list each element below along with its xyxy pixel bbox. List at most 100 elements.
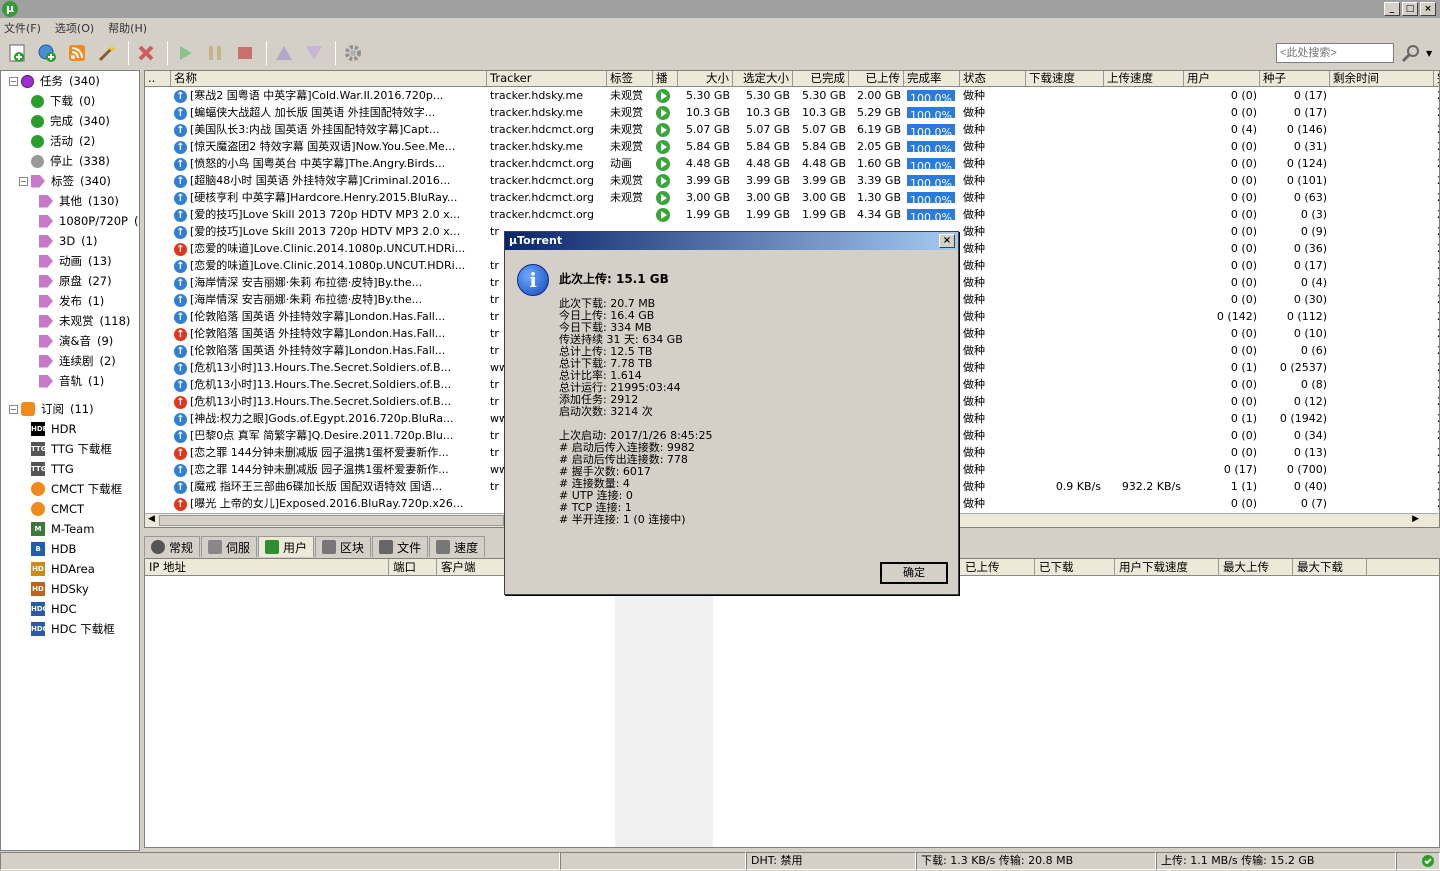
chevron-down-icon[interactable]: ▼ bbox=[1426, 49, 1432, 58]
col-max-down[interactable]: 最大下载 bbox=[1293, 559, 1367, 575]
sidebar-item-label-5[interactable]: 发布 (1) bbox=[1, 291, 139, 311]
col-header-12[interactable]: 上传速度 bbox=[1104, 71, 1184, 86]
play-icon[interactable] bbox=[656, 174, 670, 188]
col-header-11[interactable]: 下载速度 bbox=[1026, 71, 1104, 86]
preferences-button[interactable] bbox=[340, 40, 366, 66]
col-header-13[interactable]: 用户 bbox=[1184, 71, 1260, 86]
scroll-thumb[interactable] bbox=[159, 515, 504, 526]
create-torrent-button[interactable] bbox=[94, 40, 120, 66]
col-header-4[interactable]: 播 bbox=[653, 71, 678, 86]
start-button[interactable] bbox=[172, 40, 198, 66]
dialog-close-button[interactable]: × bbox=[939, 234, 955, 248]
sidebar-item-labels[interactable]: − 标签 (340) bbox=[1, 171, 139, 191]
search-input[interactable] bbox=[1276, 43, 1394, 63]
menu-help[interactable]: 帮助(H) bbox=[108, 20, 147, 36]
col-header-16[interactable]: 完 bbox=[1434, 71, 1439, 86]
col-header-0[interactable]: .. bbox=[145, 71, 171, 86]
sidebar-item-state-2[interactable]: 活动 (2) bbox=[1, 131, 139, 151]
sidebar-item-rss[interactable]: − 订阅 (11) bbox=[1, 399, 139, 419]
menu-file[interactable]: 文件(F) bbox=[4, 20, 41, 36]
add-url-button[interactable] bbox=[34, 40, 60, 66]
sidebar-item-label-8[interactable]: 连续剧 (2) bbox=[1, 351, 139, 371]
sidebar-item-label-2[interactable]: 3D (1) bbox=[1, 231, 139, 251]
move-down-button[interactable] bbox=[301, 40, 327, 66]
table-row[interactable]: ↑ [爱的技巧]Love Skill 2013 720p HDTV MP3 2.0… bbox=[145, 206, 1439, 223]
sidebar-item-feed-7[interactable]: HD HDArea bbox=[1, 559, 139, 579]
sidebar-item-label-1[interactable]: 1080P/720P (3 bbox=[1, 211, 139, 231]
expand-toggle[interactable]: − bbox=[9, 404, 18, 414]
sidebar-item-label-0[interactable]: 其他 (130) bbox=[1, 191, 139, 211]
col-header-8[interactable]: 已上传 bbox=[849, 71, 904, 86]
scroll-right-arrow-icon[interactable]: ▶ bbox=[1412, 514, 1419, 524]
close-window-button[interactable]: × bbox=[1420, 2, 1436, 16]
play-icon[interactable] bbox=[656, 157, 670, 171]
sidebar-item-feed-0[interactable]: HDR HDR bbox=[1, 419, 139, 439]
col-header-3[interactable]: 标签 bbox=[607, 71, 653, 86]
sidebar-item-label-7[interactable]: 演&音 (9) bbox=[1, 331, 139, 351]
col-header-7[interactable]: 已完成 bbox=[793, 71, 849, 86]
table-row[interactable]: ↑ [超脑48小时 国英语 外挂特效字幕]Criminal.2016... trac… bbox=[145, 172, 1439, 189]
col-downloaded[interactable]: 已下载 bbox=[1035, 559, 1115, 575]
maximize-button[interactable]: □ bbox=[1402, 2, 1418, 16]
sidebar-item-state-0[interactable]: 下载 (0) bbox=[1, 91, 139, 111]
col-header-15[interactable]: 剩余时间 bbox=[1330, 71, 1434, 86]
sidebar-item-label-4[interactable]: 原盘 (27) bbox=[1, 271, 139, 291]
status-dht[interactable]: DHT: 禁用 bbox=[746, 852, 916, 870]
sidebar-item-label-6[interactable]: 未观赏 (118) bbox=[1, 311, 139, 331]
sidebar-item-state-1[interactable]: 完成 (340) bbox=[1, 111, 139, 131]
remove-button[interactable] bbox=[133, 40, 159, 66]
col-ip[interactable]: IP 地址 bbox=[145, 559, 389, 575]
move-up-button[interactable] bbox=[271, 40, 297, 66]
play-icon[interactable] bbox=[656, 191, 670, 205]
sidebar-item-feed-3[interactable]: CMCT 下载框 bbox=[1, 479, 139, 499]
tab-5[interactable]: 速度 bbox=[429, 536, 486, 557]
ok-button[interactable]: 确定 bbox=[880, 562, 948, 584]
tab-2[interactable]: 用户 bbox=[258, 536, 315, 557]
status-network-ok[interactable] bbox=[1396, 852, 1440, 870]
play-icon[interactable] bbox=[656, 208, 670, 222]
table-row[interactable]: ↑ [蝙蝠侠大战超人 加长版 国英语 外挂国配特效字... tracker.hdsk… bbox=[145, 104, 1439, 121]
menu-options[interactable]: 选项(O) bbox=[55, 20, 94, 36]
expand-toggle[interactable]: − bbox=[19, 176, 28, 186]
play-icon[interactable] bbox=[656, 140, 670, 154]
status-upload[interactable]: 上传: 1.1 MB/s 传输: 15.2 GB bbox=[1156, 852, 1396, 870]
col-uploaded[interactable]: 已上传 bbox=[961, 559, 1035, 575]
sidebar-item-feed-5[interactable]: M M-Team bbox=[1, 519, 139, 539]
sidebar-item-feed-6[interactable]: B HDB bbox=[1, 539, 139, 559]
status-download[interactable]: 下载: 1.3 KB/s 传输: 20.8 MB bbox=[916, 852, 1156, 870]
col-header-9[interactable]: 完成率 bbox=[904, 71, 960, 86]
col-peer-dl-speed[interactable]: 用户下载速度 bbox=[1115, 559, 1219, 575]
pause-button[interactable] bbox=[202, 40, 228, 66]
sidebar-item-feed-10[interactable]: HDC HDC 下载框 bbox=[1, 619, 139, 639]
col-header-6[interactable]: 选定大小 bbox=[733, 71, 793, 86]
table-row[interactable]: ↑ [愤怒的小鸟 国粤英台 中英字幕]The.Angry.Birds... trac… bbox=[145, 155, 1439, 172]
tab-0[interactable]: 常规 bbox=[144, 536, 201, 557]
stop-button[interactable] bbox=[232, 40, 258, 66]
tab-4[interactable]: 文件 bbox=[372, 536, 429, 557]
play-icon[interactable] bbox=[656, 123, 670, 137]
sidebar-item-state-3[interactable]: 停止 (338) bbox=[1, 151, 139, 171]
table-row[interactable]: ↑ [寒战2 国粤语 中英字幕]Cold.War.II.2016.720p... t… bbox=[145, 87, 1439, 104]
table-row[interactable]: ↑ [硬核亨利 中英字幕]Hardcore.Henry.2015.BluRay..… bbox=[145, 189, 1439, 206]
search-button[interactable]: ▼ bbox=[1400, 42, 1436, 64]
sidebar-item-label-9[interactable]: 音轨 (1) bbox=[1, 371, 139, 391]
play-icon[interactable] bbox=[656, 89, 670, 103]
table-row[interactable]: ↑ [美国队长3:内战 国英语 外挂国配特效字幕]Capt... tracker.h… bbox=[145, 121, 1439, 138]
tab-3[interactable]: 区块 bbox=[315, 536, 372, 557]
col-header-14[interactable]: 种子 bbox=[1260, 71, 1330, 86]
tab-1[interactable]: 伺服 bbox=[201, 536, 258, 557]
col-port[interactable]: 端口 bbox=[389, 559, 437, 575]
expand-toggle[interactable]: − bbox=[9, 76, 18, 86]
sidebar-item-tasks[interactable]: − 任务 (340) bbox=[1, 71, 139, 91]
col-header-1[interactable]: 名称 bbox=[171, 71, 487, 86]
play-icon[interactable] bbox=[656, 106, 670, 120]
sidebar-item-feed-9[interactable]: HDC HDC bbox=[1, 599, 139, 619]
add-torrent-button[interactable] bbox=[4, 40, 30, 66]
scroll-left-arrow-icon[interactable]: ◀ bbox=[148, 514, 155, 524]
col-header-2[interactable]: Tracker bbox=[487, 71, 607, 86]
minimize-button[interactable]: _ bbox=[1384, 2, 1400, 16]
sidebar-item-feed-2[interactable]: TTG TTG bbox=[1, 459, 139, 479]
sidebar-item-feed-4[interactable]: CMCT bbox=[1, 499, 139, 519]
sidebar-item-label-3[interactable]: 动画 (13) bbox=[1, 251, 139, 271]
table-row[interactable]: ↑ [惊天魔盗团2 特效字幕 国英双语]Now.You.See.Me... trac… bbox=[145, 138, 1439, 155]
